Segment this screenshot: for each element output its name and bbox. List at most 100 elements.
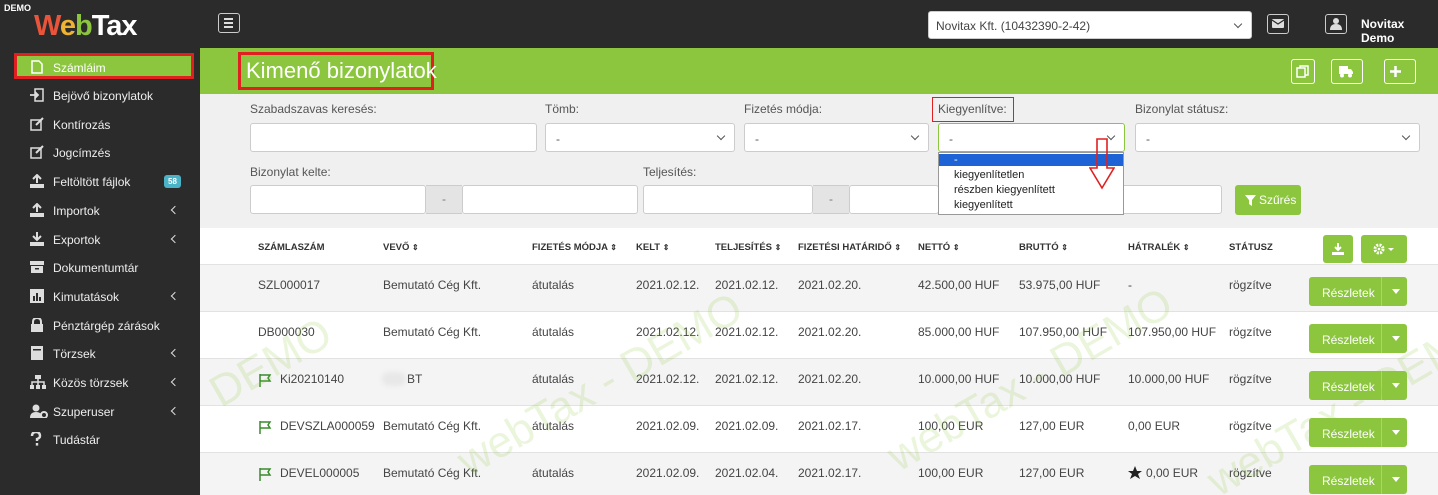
sidebar-item-11[interactable]: Szuperuser	[0, 397, 200, 426]
tomb-label: Tömb:	[545, 102, 580, 116]
sidebar-item-label: Feltöltött fájlok	[53, 175, 131, 190]
sidebar-item-1[interactable]: Kontírozás	[0, 110, 200, 139]
truck-icon	[1339, 66, 1353, 78]
issue-date-cell: 2021.02.09.	[636, 466, 700, 480]
fulfillment-date-from-input[interactable]	[643, 185, 813, 214]
copy-button[interactable]	[1291, 59, 1315, 84]
logo-text: WebTax	[34, 10, 138, 42]
sidebar-item-6[interactable]: Dokumentumtár	[0, 253, 200, 282]
sidebar-item-szamlaim[interactable]: Számláim	[14, 53, 194, 79]
col-header-arrears[interactable]: HÁTRALÉK ⇕	[1128, 242, 1190, 253]
issue-date-to-input[interactable]	[462, 185, 638, 214]
due-date-cell: 2021.02.20.	[798, 372, 862, 386]
sidebar-item-label: Jogcímzés	[53, 146, 111, 161]
col-header-customer[interactable]: VEVŐ ⇕	[383, 242, 419, 253]
menu-toggle-button[interactable]	[218, 13, 240, 33]
customer-cell: Bemutató Cég Kft.	[383, 419, 482, 433]
caret-down-icon[interactable]	[1392, 336, 1400, 341]
details-button[interactable]: Részletek	[1309, 371, 1407, 400]
sidebar-item-label: Pénztárgép zárások	[53, 318, 160, 333]
invoice-number-cell[interactable]: DEVSZLA000059	[280, 419, 375, 433]
sidebar-item-8[interactable]: Pénztárgép zárások	[0, 311, 200, 340]
company-select-value: Novitax Kft. (10432390-2-42)	[936, 19, 1091, 33]
filter-button[interactable]: Szűrés	[1235, 185, 1301, 215]
sidebar-item-label: Dokumentumtár	[53, 261, 139, 276]
chevron-left-icon	[170, 234, 180, 243]
delivery-button[interactable]	[1331, 59, 1363, 84]
button-divider	[1381, 418, 1382, 447]
caret-down-icon[interactable]	[1392, 477, 1400, 482]
col-header-issue-date[interactable]: KELT ⇕	[636, 242, 669, 253]
sidebar-item-label: Bejövő bizonylatok	[53, 89, 154, 103]
messages-button[interactable]	[1267, 14, 1289, 34]
logo[interactable]: DEMO WebTax	[0, 0, 200, 48]
sidebar-item-0[interactable]: Bejövő bizonylatok	[0, 81, 200, 110]
search-input[interactable]	[250, 123, 537, 152]
caret-down-icon[interactable]	[1392, 289, 1400, 294]
add-button[interactable]	[1384, 59, 1416, 84]
settled-option[interactable]: kiegyenlített	[939, 199, 1123, 211]
redacted-name	[382, 372, 406, 386]
export-button[interactable]	[1323, 235, 1353, 263]
button-divider	[1381, 324, 1382, 353]
date-range-separator: -	[426, 185, 462, 214]
sidebar-item-10[interactable]: Közös törzsek	[0, 368, 200, 397]
status-select[interactable]: -	[1135, 123, 1420, 152]
sidebar-item-3[interactable]: Feltöltött fájlok 58	[0, 167, 200, 196]
extra-filter-input[interactable]	[1120, 185, 1222, 214]
download-icon	[1332, 243, 1344, 255]
col-header-gross[interactable]: BRUTTÓ ⇕	[1019, 242, 1068, 253]
net-cell: 100,00 EUR	[918, 419, 984, 433]
flag-icon[interactable]	[258, 373, 272, 387]
payment-method-cell: átutalás	[532, 466, 575, 480]
col-header-net[interactable]: NETTÓ ⇕	[918, 242, 960, 253]
fulfillment-date-to-input[interactable]	[849, 185, 939, 214]
flag-icon[interactable]	[258, 467, 272, 481]
caret-down-icon[interactable]	[1392, 383, 1400, 388]
col-header-due-date[interactable]: FIZETÉSI HATÁRIDŐ ⇕	[798, 242, 901, 253]
chevron-left-icon	[170, 205, 180, 215]
sort-icon: ⇕	[1182, 243, 1190, 252]
details-button[interactable]: Részletek	[1309, 465, 1407, 494]
sidebar-item-5[interactable]: Exportok	[0, 225, 200, 254]
status-cell: rögzítve	[1229, 325, 1272, 339]
col-header-fulfillment[interactable]: TELJESÍTÉS ⇕	[715, 242, 781, 253]
edit-icon	[30, 116, 46, 133]
due-date-cell: 2021.02.20.	[798, 278, 862, 292]
status-cell: rögzítve	[1229, 278, 1272, 292]
invoice-number-cell[interactable]: SZL000017	[258, 278, 320, 292]
col-header-payment-method[interactable]: FIZETÉS MÓDJA ⇕	[532, 242, 617, 253]
sidebar-item-7[interactable]: Kimutatások	[0, 282, 200, 311]
company-select[interactable]: Novitax Kft. (10432390-2-42)	[928, 11, 1252, 39]
sidebar-item-9[interactable]: Törzsek	[0, 339, 200, 368]
invoice-number-cell[interactable]: Ki20210140	[280, 372, 344, 386]
arrears-cell: 10.000,00 HUF	[1128, 372, 1210, 386]
tomb-select[interactable]: -	[545, 123, 735, 152]
issue-date-from-input[interactable]	[250, 185, 426, 214]
invoice-number-cell[interactable]: DB000030	[258, 325, 315, 339]
payment-method-select-value: -	[755, 132, 759, 146]
settings-dropdown-button[interactable]	[1361, 235, 1407, 263]
arrears-cell: 0,00 EUR	[1146, 466, 1199, 480]
invoice-number-cell[interactable]: DEVEL000005	[280, 466, 359, 480]
customer-cell: BT	[407, 372, 423, 386]
caret-down-icon[interactable]	[1392, 430, 1400, 435]
details-button[interactable]: Részletek	[1309, 324, 1407, 353]
date-range-separator: -	[813, 185, 849, 214]
lock-icon	[30, 316, 46, 334]
details-button[interactable]: Részletek	[1309, 418, 1407, 447]
user-menu-button[interactable]	[1325, 14, 1347, 34]
details-button[interactable]: Részletek	[1309, 277, 1407, 306]
chevron-left-icon	[170, 406, 180, 415]
chevron-down-icon	[1233, 19, 1243, 29]
red-down-arrow-icon	[1089, 138, 1115, 190]
star-icon[interactable]	[1128, 466, 1142, 480]
sidebar-item-2[interactable]: Jogcímzés	[0, 138, 200, 167]
payment-method-select[interactable]: -	[744, 123, 929, 152]
flag-icon[interactable]	[258, 420, 272, 434]
arrears-cell: 107.950,00 HUF	[1128, 325, 1217, 339]
sidebar-item-12[interactable]: Tudástár	[0, 425, 200, 454]
sidebar-item-4[interactable]: Importok	[0, 196, 200, 225]
page-title: Kimenő bizonylatok	[238, 52, 437, 90]
user-name[interactable]: Novitax Demo	[1361, 17, 1438, 45]
